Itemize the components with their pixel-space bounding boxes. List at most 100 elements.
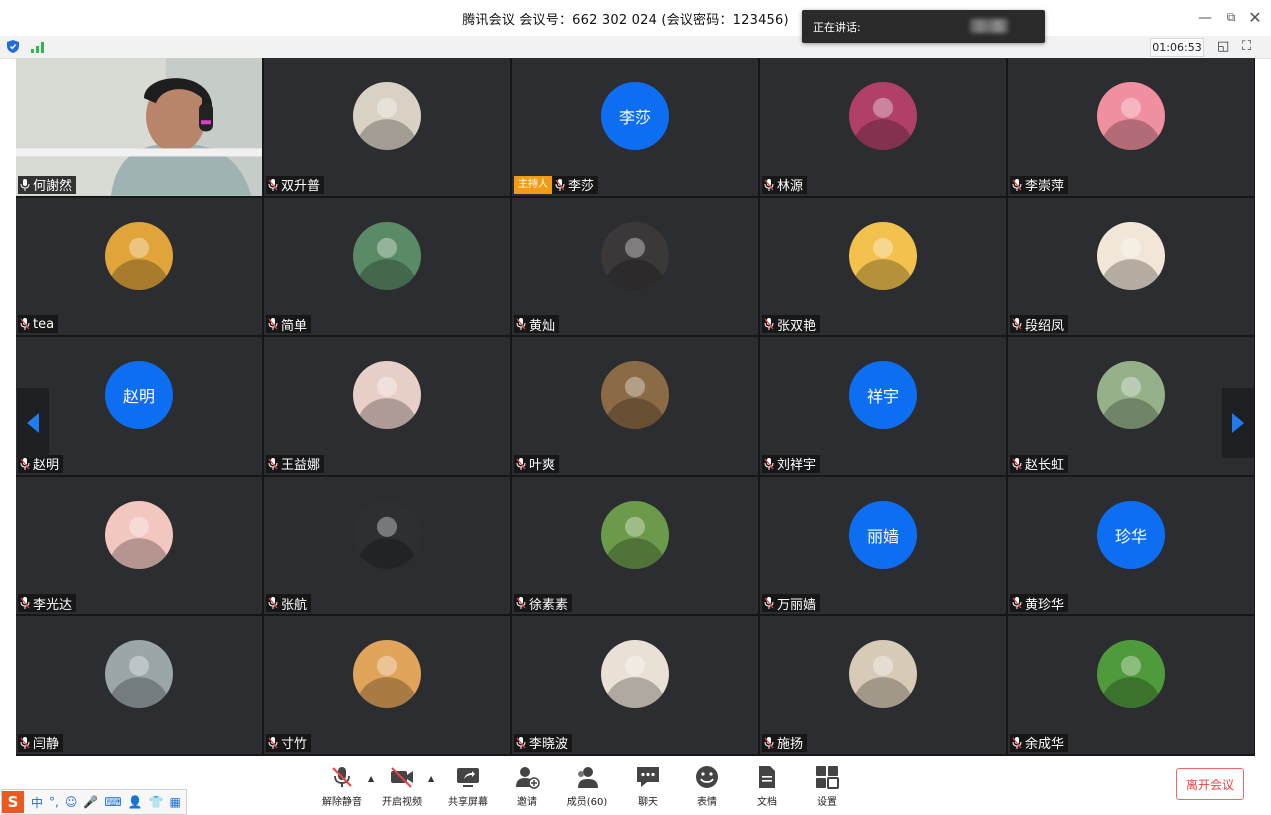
mic-icon (20, 178, 30, 191)
participant-tile[interactable]: 张航 (264, 476, 510, 615)
ime-emoji-icon[interactable]: ☺ (65, 795, 78, 809)
next-page-button[interactable] (1222, 388, 1254, 458)
participant-name: 闫静 (33, 737, 60, 753)
name-plate: 万丽嫱 (762, 594, 821, 613)
participant-tile[interactable]: 简单 (264, 197, 510, 336)
fullscreen-icon[interactable]: ⛶ (1242, 39, 1251, 54)
name-plate: 张航 (266, 594, 312, 613)
avatar (601, 221, 669, 290)
emoji-label: 表情 (697, 797, 717, 808)
participant-tile[interactable]: 闫静 (16, 616, 262, 754)
avatar (105, 640, 173, 709)
participant-tile[interactable]: 林源 (760, 58, 1006, 196)
signal-icon[interactable] (31, 41, 45, 53)
participant-tile[interactable]: 赵明 赵明 (16, 337, 262, 475)
close-button[interactable]: ✕ (1248, 8, 1262, 27)
emoji-button[interactable]: 表情 (677, 764, 737, 810)
video-options-caret[interactable]: ▲ (428, 774, 434, 783)
invite-button[interactable]: 邀请 (497, 764, 557, 810)
shield-icon[interactable] (7, 40, 19, 53)
host-badge: 主持人 (514, 175, 552, 194)
participant-name: 张双艳 (777, 318, 817, 334)
avatar (601, 500, 669, 569)
participant-tile[interactable]: 祥宇 刘祥宇 (760, 337, 1006, 475)
avatar (849, 640, 917, 709)
participant-tile[interactable]: 余成华 (1008, 616, 1254, 754)
ime-mode-toggle[interactable]: 中 (31, 794, 43, 811)
meeting-toolbar: 解除静音 ▲ 开启视频 ▲ 共享屏幕 邀请 成员(60) 聊天 表情 文档 设置… (0, 756, 1271, 814)
leave-meeting-button[interactable]: 离开会议 (1176, 768, 1244, 800)
name-plate: 余成华 (1010, 733, 1069, 753)
mic-icon (764, 597, 774, 610)
mic-icon (555, 178, 565, 191)
participant-tile[interactable]: 双升普 (264, 58, 510, 196)
meeting-timer: 01:06:53 (1150, 38, 1204, 57)
avatar (353, 500, 421, 569)
restore-button[interactable]: ⧉ (1224, 10, 1238, 25)
participant-tile[interactable]: 赵长虹 (1008, 337, 1254, 475)
participant-tile[interactable]: 何謝然 (16, 58, 262, 196)
participant-tile[interactable]: 李崇萍 (1008, 58, 1254, 196)
settings-icon (816, 766, 839, 789)
name-plate: 李崇萍 (1010, 175, 1069, 195)
participant-tile[interactable]: 寸竹 (264, 616, 510, 754)
avatar (353, 640, 421, 709)
participant-name: 何謝然 (33, 179, 73, 195)
name-plate: 徐素素 (514, 594, 573, 613)
document-icon (759, 766, 775, 788)
participant-tile[interactable]: 王益娜 (264, 337, 510, 475)
name-plate: 简单 (266, 315, 312, 334)
invite-icon (516, 767, 540, 789)
ime-skin-icon[interactable]: 👕 (149, 795, 164, 809)
ime-punctuation-toggle[interactable]: °, (49, 795, 59, 809)
participant-tile[interactable]: 张双艳 (760, 197, 1006, 336)
title-bar: 腾讯会议 会议号：662 302 024 (会议密码：123456) — ⧉ ✕ (0, 0, 1271, 36)
ime-toolbox-icon[interactable]: ▦ (170, 795, 181, 809)
name-plate: 赵长虹 (1010, 454, 1069, 473)
status-bar: 01:06:53 ◱ ⛶ (0, 36, 1271, 59)
participant-name: 张航 (281, 597, 308, 613)
participant-name: 李崇萍 (1025, 179, 1065, 195)
name-plate: 何謝然 (18, 175, 77, 195)
ime-keyboard-icon[interactable]: ⌨ (104, 795, 121, 809)
avatar (1097, 221, 1165, 290)
settings-button[interactable]: 设置 (797, 764, 857, 810)
ime-user-icon[interactable]: 👤 (128, 795, 143, 809)
participant-tile[interactable]: 李莎 主持人 李莎 (512, 58, 758, 196)
prev-page-button[interactable] (17, 388, 49, 458)
document-button[interactable]: 文档 (737, 764, 797, 810)
avatar (1097, 640, 1165, 709)
participant-name: 余成华 (1025, 737, 1065, 753)
participant-tile[interactable]: 施扬 (760, 616, 1006, 754)
start-video-button[interactable]: 开启视频 (372, 764, 432, 810)
participant-tile[interactable]: 段绍凤 (1008, 197, 1254, 336)
chevron-right-icon (1232, 413, 1244, 433)
avatar: 祥宇 (849, 361, 917, 430)
participant-tile[interactable]: 丽嫱 万丽嫱 (760, 476, 1006, 615)
members-button[interactable]: 成员(60) (557, 764, 617, 810)
avatar (849, 82, 917, 150)
participant-tile[interactable]: 徐素素 (512, 476, 758, 615)
chat-icon (637, 767, 659, 787)
participant-name: 黄灿 (529, 318, 556, 334)
participant-tile[interactable]: tea (16, 197, 262, 336)
participant-tile[interactable]: 李光达 (16, 476, 262, 615)
participant-tile[interactable]: 叶爽 (512, 337, 758, 475)
share-screen-button[interactable]: 共享屏幕 (438, 764, 498, 810)
mic-icon (20, 597, 30, 610)
participant-name: 万丽嫱 (777, 597, 817, 613)
minimize-button[interactable]: — (1198, 10, 1212, 26)
name-plate: 黄珍华 (1010, 594, 1069, 613)
mic-icon (20, 736, 30, 749)
chat-button[interactable]: 聊天 (618, 764, 678, 810)
ime-voice-icon[interactable]: 🎤 (83, 795, 98, 809)
unmute-button[interactable]: 解除静音 (312, 764, 372, 810)
sogou-logo-icon[interactable]: S (2, 791, 24, 813)
participant-tile[interactable]: 李晓波 (512, 616, 758, 754)
participant-tile[interactable]: 黄灿 (512, 197, 758, 336)
document-label: 文档 (757, 797, 777, 808)
participant-tile[interactable]: 珍华 黄珍华 (1008, 476, 1254, 615)
layout-icon[interactable]: ◱ (1217, 39, 1229, 54)
mic-icon (20, 318, 30, 331)
mic-icon (516, 318, 526, 331)
